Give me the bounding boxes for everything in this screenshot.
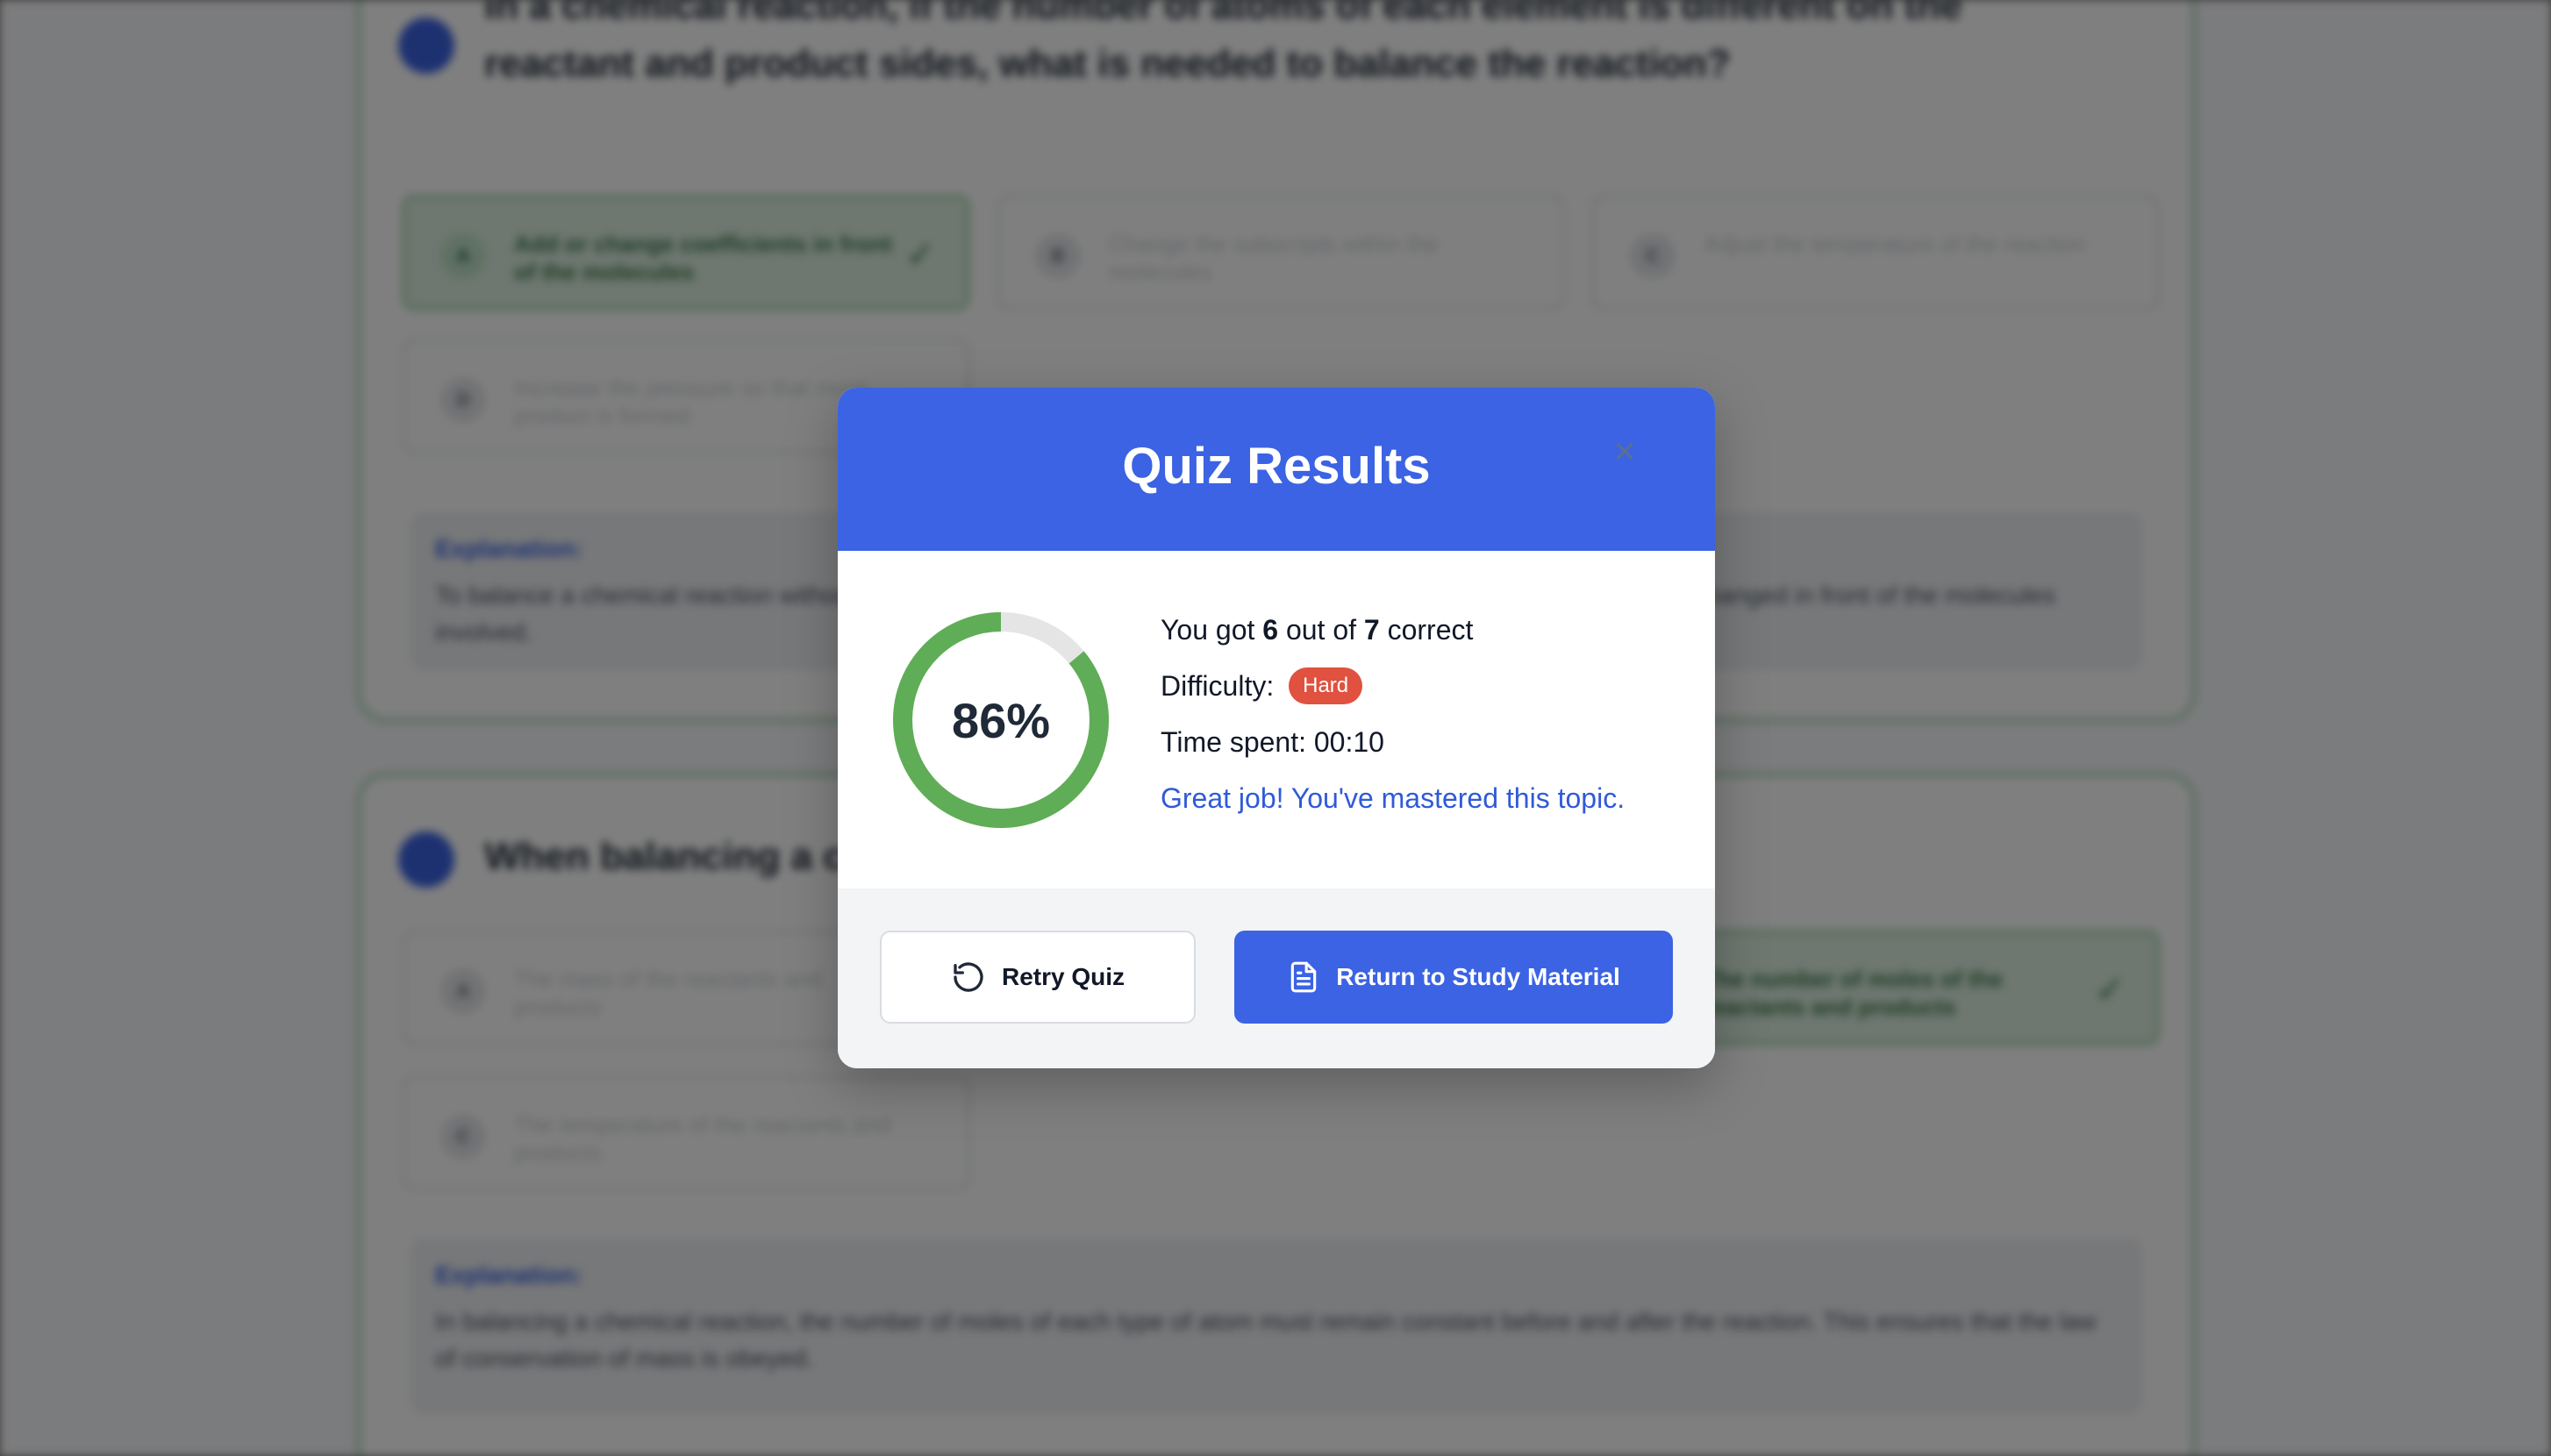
modal-title: Quiz Results <box>1122 438 1431 495</box>
correct-count: 6 <box>1262 614 1279 646</box>
time-spent-line: Time spent: 00:10 <box>1161 724 1384 760</box>
modal-header: Quiz Results × <box>838 388 1715 551</box>
total-count: 7 <box>1363 614 1380 646</box>
retry-quiz-label: Retry Quiz <box>1001 963 1125 990</box>
difficulty-line: Difficulty: Hard <box>1161 667 1363 704</box>
difficulty-badge: Hard <box>1289 667 1363 704</box>
correct-count-line: You got 6 out of 7 correct <box>1161 612 1473 647</box>
return-to-study-material-label: Return to Study Material <box>1336 963 1620 990</box>
correct-suffix: correct <box>1379 614 1474 646</box>
got-prefix: You got <box>1161 614 1263 646</box>
time-label: Time spent: <box>1161 726 1314 758</box>
out-of-text: out of <box>1278 614 1364 646</box>
quiz-results-modal: Quiz Results × 86% You got 6 out of 7 co… <box>838 388 1715 1068</box>
retry-quiz-button[interactable]: Retry Quiz <box>880 931 1196 1024</box>
close-icon[interactable]: × <box>1601 428 1648 475</box>
time-value: 00:10 <box>1313 726 1384 758</box>
score-percent: 86% <box>951 692 1051 748</box>
document-icon <box>1290 961 1317 993</box>
result-message: Great job! You've mastered this topic. <box>1161 782 1626 814</box>
retry-icon <box>954 962 983 992</box>
return-to-study-material-button[interactable]: Return to Study Material <box>1234 931 1673 1024</box>
difficulty-label: Difficulty: <box>1161 670 1283 702</box>
modal-footer: Retry Quiz Return to Study Material <box>838 889 1715 1068</box>
